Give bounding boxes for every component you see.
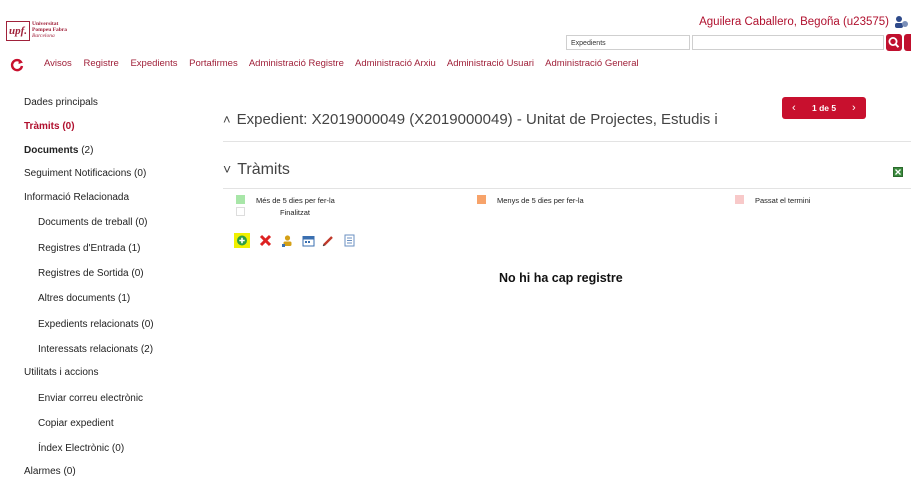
upf-logo: upf. (6, 21, 30, 41)
sidebar-item-alarmes[interactable]: Alarmes (0) (24, 466, 76, 477)
add-icon (237, 235, 247, 246)
refresh-icon[interactable] (10, 58, 24, 72)
legend-label-menys5: Menys de 5 dies per fer-la (497, 196, 584, 205)
pager-prev-button[interactable]: ‹ (792, 97, 796, 119)
sidebar-item-registres-sortida[interactable]: Registres de Sortida (0) (38, 268, 144, 279)
sidebar-item-registres-entrada[interactable]: Registres d'Entrada (1) (38, 243, 141, 254)
legend-label-passat: Passat el termini (755, 196, 811, 205)
chevron-up-icon: ˄ (223, 112, 231, 127)
chevron-down-icon: ˅ (223, 161, 232, 177)
calendar-icon[interactable] (302, 234, 315, 247)
excel-export-icon[interactable] (893, 167, 903, 177)
search-input[interactable] (692, 35, 884, 50)
legend-label-finalitzat: Finalitzat (280, 208, 311, 217)
legend-label-mes5: Més de 5 dies per fer-la (256, 196, 335, 205)
legend-swatch-green (236, 195, 245, 204)
sidebar-item-documents[interactable]: Documents (2) (24, 145, 93, 156)
nav-admin-general[interactable]: Administració General (545, 58, 638, 69)
divider (223, 188, 911, 189)
clear-search-button[interactable] (904, 34, 911, 51)
list-detail-icon[interactable] (343, 234, 356, 247)
nav-expedients[interactable]: Expedients (130, 58, 177, 69)
sidebar-item-tramits[interactable]: Tràmits (0) (24, 121, 75, 132)
tramits-header[interactable]: ˅ Tràmits (223, 161, 290, 179)
nav-admin-arxiu[interactable]: Administració Arxiu (355, 58, 436, 69)
search-scope-select[interactable]: Expedients (566, 35, 690, 50)
sidebar-item-utilitats-accions[interactable]: Utilitats i accions (24, 367, 98, 378)
sidebar-item-documents-treball[interactable]: Documents de treball (0) (38, 217, 148, 228)
search-button[interactable] (886, 34, 902, 51)
pager-next-button[interactable]: › (852, 97, 856, 119)
delete-icon[interactable] (259, 234, 272, 247)
sidebar-item-altres-documents[interactable]: Altres documents (1) (38, 293, 130, 304)
expedient-title: Expedient: X2019000049 (X2019000049) - U… (236, 111, 718, 128)
sidebar-item-documents-count: (2) (78, 145, 94, 156)
sidebar-item-informacio-relacionada[interactable]: Informació Relacionada (24, 192, 129, 203)
nav-portafirmes[interactable]: Portafirmes (189, 58, 238, 69)
pager-position: 1 de 5 (812, 103, 837, 113)
sidebar-item-documents-label: Documents (24, 145, 79, 156)
empty-message: No hi ha cap registre (499, 271, 623, 285)
sidebar-item-expedients-relacionats[interactable]: Expedients relacionats (0) (38, 319, 154, 330)
nav-avisos[interactable]: Avisos (44, 58, 72, 69)
user-settings-icon[interactable] (893, 14, 909, 30)
sidebar-item-seguiment-notificacions[interactable]: Seguiment Notificacions (0) (24, 168, 146, 179)
expedient-header[interactable]: ˄ Expedient: X2019000049 (X2019000049) - … (223, 111, 718, 128)
edit-pencil-icon[interactable] (322, 234, 335, 247)
search-icon (888, 37, 900, 48)
legend-swatch-orange (477, 195, 486, 204)
expedient-pager: ‹ 1 de 5 › (782, 97, 866, 119)
sidebar-item-copiar-expedient[interactable]: Copiar expedient (38, 418, 114, 429)
legend-swatch-white (236, 207, 245, 216)
sidebar-item-interessats-relacionats[interactable]: Interessats relacionats (2) (38, 344, 153, 355)
sidebar-item-index-electronic[interactable]: Índex Electrònic (0) (38, 443, 124, 454)
nav-admin-registre[interactable]: Administració Registre (249, 58, 344, 69)
assign-user-icon[interactable] (281, 234, 294, 247)
sidebar-item-enviar-correu[interactable]: Enviar correu electrònic (38, 393, 143, 404)
divider (223, 141, 911, 142)
main-nav: Avisos Registre Expedients Portafirmes A… (44, 58, 648, 69)
legend-swatch-pink (735, 195, 744, 204)
tramits-title: Tràmits (237, 161, 290, 178)
upf-logo-text: Universitat Pompeu Fabra Barcelona (32, 21, 67, 39)
sidebar-item-dades-principals[interactable]: Dades principals (24, 97, 98, 108)
user-name[interactable]: Aguilera Caballero, Begoña (u23575) (699, 16, 889, 28)
nav-admin-usuari[interactable]: Administració Usuari (447, 58, 534, 69)
logo-line-3: Barcelona (32, 33, 55, 39)
nav-registre[interactable]: Registre (83, 58, 118, 69)
add-tramit-button[interactable] (234, 233, 250, 248)
